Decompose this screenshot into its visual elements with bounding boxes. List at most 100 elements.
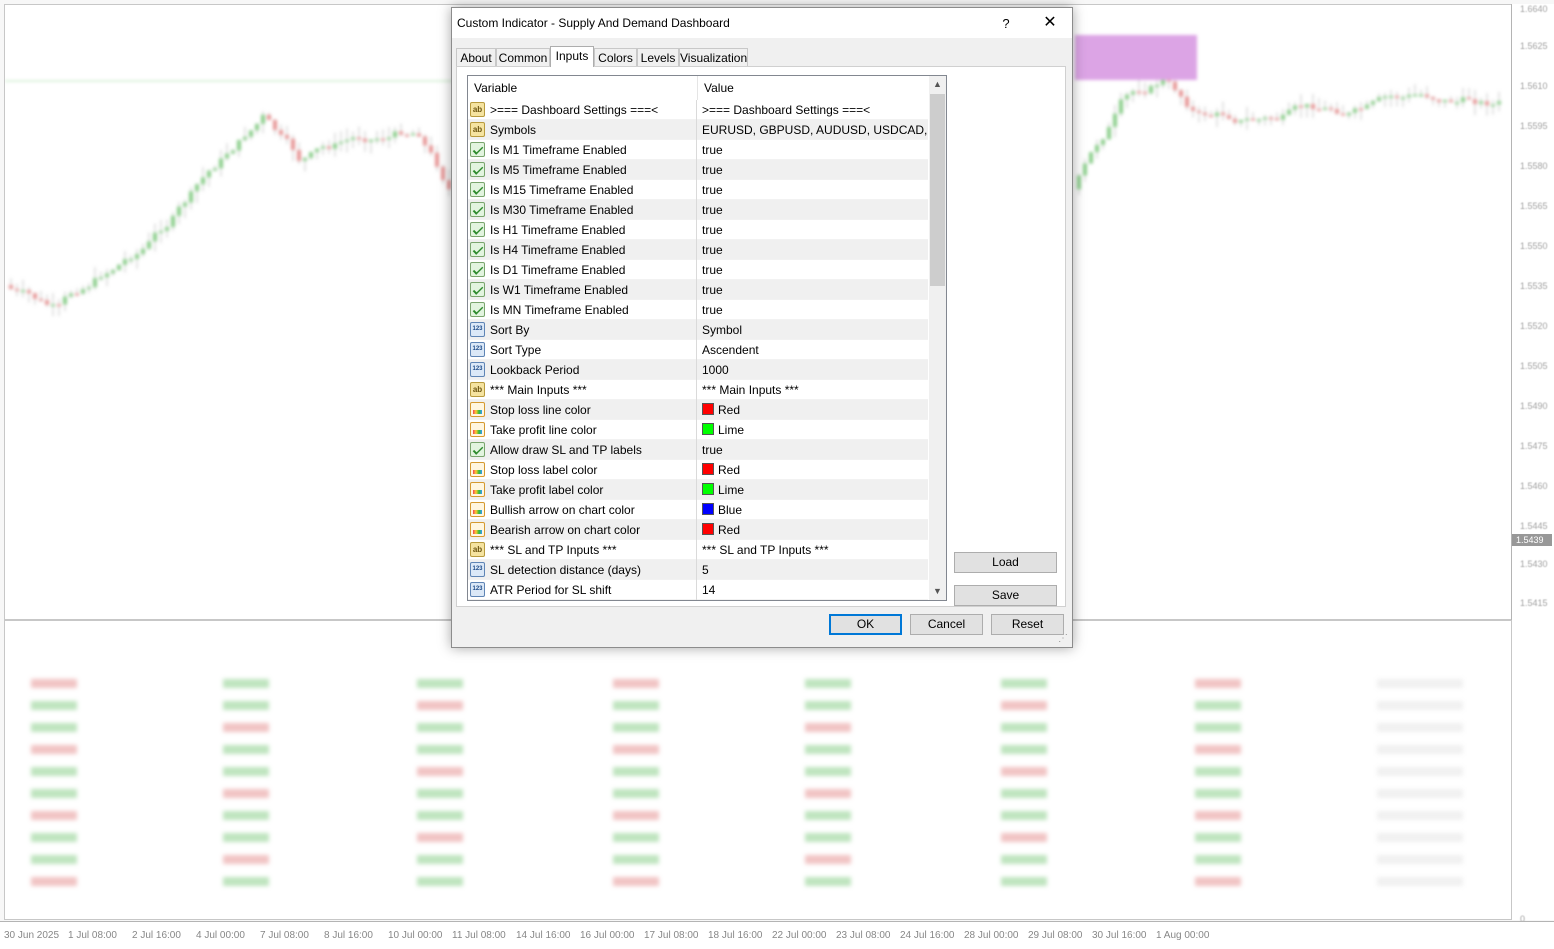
variable-cell[interactable]: 123 SL detection distance (days) <box>468 560 697 580</box>
bool-icon <box>470 142 485 157</box>
value-cell[interactable]: 14 <box>698 580 928 600</box>
input-row[interactable]: 123 Sort Type Ascendent <box>468 340 928 360</box>
save-button[interactable]: Save <box>954 585 1057 606</box>
dialog-titlebar[interactable]: Custom Indicator - Supply And Demand Das… <box>452 8 1072 38</box>
input-row[interactable]: 123 ATR Period for SL shift 14 <box>468 580 928 600</box>
value-cell[interactable]: true <box>698 160 928 180</box>
variable-cell[interactable]: 123 Sort Type <box>468 340 697 360</box>
value-cell[interactable]: Blue <box>698 500 928 520</box>
tab-inputs[interactable]: Inputs <box>550 46 594 67</box>
input-row[interactable]: Allow draw SL and TP labels true <box>468 440 928 460</box>
variable-cell[interactable]: Is D1 Timeframe Enabled <box>468 260 697 280</box>
variable-cell[interactable]: Take profit line color <box>468 420 697 440</box>
variable-cell[interactable]: ab >=== Dashboard Settings ===< <box>468 100 697 120</box>
cancel-button[interactable]: Cancel <box>910 614 983 635</box>
variable-cell[interactable]: ab *** Main Inputs *** <box>468 380 697 400</box>
scroll-up-icon[interactable]: ▲ <box>929 76 946 93</box>
tab-about[interactable]: About <box>456 48 496 66</box>
value-cell[interactable]: *** SL and TP Inputs *** <box>698 540 928 560</box>
variable-cell[interactable]: Bullish arrow on chart color <box>468 500 697 520</box>
value-cell[interactable]: >=== Dashboard Settings ===< <box>698 100 928 120</box>
load-button[interactable]: Load <box>954 552 1057 573</box>
variable-cell[interactable]: Allow draw SL and TP labels <box>468 440 697 460</box>
value-cell[interactable]: EURUSD, GBPUSD, AUDUSD, USDCAD, ... <box>698 120 941 140</box>
variable-cell[interactable]: Stop loss label color <box>468 460 697 480</box>
input-row[interactable]: Is H1 Timeframe Enabled true <box>468 220 928 240</box>
input-row[interactable]: Bullish arrow on chart color Blue <box>468 500 928 520</box>
value-text: true <box>702 143 723 157</box>
input-row[interactable]: Is W1 Timeframe Enabled true <box>468 280 928 300</box>
input-row[interactable]: Is M1 Timeframe Enabled true <box>468 140 928 160</box>
variable-cell[interactable]: ab *** SL and TP Inputs *** <box>468 540 697 560</box>
value-cell[interactable]: true <box>698 300 928 320</box>
value-cell[interactable]: true <box>698 440 928 460</box>
variable-cell[interactable]: 123 Sort By <box>468 320 697 340</box>
value-cell[interactable]: true <box>698 180 928 200</box>
input-row[interactable]: ab *** SL and TP Inputs *** *** SL and TP … <box>468 540 928 560</box>
value-cell[interactable]: true <box>698 140 928 160</box>
variable-cell[interactable]: Is MN Timeframe Enabled <box>468 300 697 320</box>
variable-cell[interactable]: Is M1 Timeframe Enabled <box>468 140 697 160</box>
input-row[interactable]: Is M30 Timeframe Enabled true <box>468 200 928 220</box>
tab-colors[interactable]: Colors <box>594 48 637 66</box>
value-cell[interactable]: *** Main Inputs *** <box>698 380 928 400</box>
input-row[interactable]: 123 Lookback Period 1000 <box>468 360 928 380</box>
ok-button[interactable]: OK <box>829 614 902 635</box>
variable-cell[interactable]: ab Symbols <box>468 120 697 140</box>
variable-cell[interactable]: Bearish arrow on chart color <box>468 520 697 540</box>
value-cell[interactable]: Red <box>698 460 928 480</box>
variable-cell[interactable]: 123 ATR Period for SL shift <box>468 580 697 600</box>
value-cell[interactable]: Symbol <box>698 320 928 340</box>
input-row[interactable]: Is M5 Timeframe Enabled true <box>468 160 928 180</box>
column-header-variable[interactable]: Variable <box>468 76 697 100</box>
input-row[interactable]: Take profit label color Lime <box>468 480 928 500</box>
value-cell[interactable]: true <box>698 220 928 240</box>
resize-grip-icon[interactable]: ⋰ <box>1058 633 1070 645</box>
value-cell[interactable]: Lime <box>698 420 928 440</box>
variable-cell[interactable]: Is M15 Timeframe Enabled <box>468 180 697 200</box>
color-swatch <box>702 523 714 535</box>
tab-levels[interactable]: Levels <box>637 48 679 66</box>
scroll-down-icon[interactable]: ▼ <box>929 583 946 600</box>
variable-cell[interactable]: Stop loss line color <box>468 400 697 420</box>
column-header-value[interactable]: Value <box>698 76 928 100</box>
value-cell[interactable]: 1000 <box>698 360 928 380</box>
value-cell[interactable]: true <box>698 260 928 280</box>
input-row[interactable]: Is MN Timeframe Enabled true <box>468 300 928 320</box>
input-row[interactable]: Is D1 Timeframe Enabled true <box>468 260 928 280</box>
input-row[interactable]: ab Symbols EURUSD, GBPUSD, AUDUSD, USDCAD,… <box>468 120 941 140</box>
input-row[interactable]: Stop loss line color Red <box>468 400 928 420</box>
value-cell[interactable]: true <box>698 200 928 220</box>
value-cell[interactable]: true <box>698 280 928 300</box>
input-row[interactable]: Bearish arrow on chart color Red <box>468 520 928 540</box>
close-button[interactable]: ✕ <box>1036 12 1064 34</box>
help-button[interactable]: ? <box>994 14 1018 34</box>
grid-scrollbar[interactable]: ▲ ▼ <box>929 76 946 600</box>
input-row[interactable]: Stop loss label color Red <box>468 460 928 480</box>
input-row[interactable]: 123 Sort By Symbol <box>468 320 928 340</box>
value-cell[interactable]: Red <box>698 520 928 540</box>
scroll-thumb[interactable] <box>930 94 945 286</box>
reset-button[interactable]: Reset <box>991 614 1064 635</box>
input-row[interactable]: ab *** Main Inputs *** *** Main Inputs *** <box>468 380 928 400</box>
variable-cell[interactable]: Is W1 Timeframe Enabled <box>468 280 697 300</box>
input-row[interactable]: Take profit line color Lime <box>468 420 928 440</box>
variable-cell[interactable]: Is H4 Timeframe Enabled <box>468 240 697 260</box>
variable-cell[interactable]: Is M5 Timeframe Enabled <box>468 160 697 180</box>
input-row[interactable]: Is M15 Timeframe Enabled true <box>468 180 928 200</box>
variable-cell[interactable]: Is M30 Timeframe Enabled <box>468 200 697 220</box>
variable-cell[interactable]: 123 Lookback Period <box>468 360 697 380</box>
tab-visualization[interactable]: Visualization <box>679 48 748 66</box>
value-cell[interactable]: Lime <box>698 480 928 500</box>
input-row[interactable]: ab >=== Dashboard Settings ===< >=== Dashb… <box>468 100 928 120</box>
variable-name: Is W1 Timeframe Enabled <box>490 283 629 297</box>
variable-cell[interactable]: Take profit label color <box>468 480 697 500</box>
value-cell[interactable]: true <box>698 240 928 260</box>
input-row[interactable]: Is H4 Timeframe Enabled true <box>468 240 928 260</box>
value-cell[interactable]: Red <box>698 400 928 420</box>
input-row[interactable]: 123 SL detection distance (days) 5 <box>468 560 928 580</box>
variable-cell[interactable]: Is H1 Timeframe Enabled <box>468 220 697 240</box>
value-cell[interactable]: Ascendent <box>698 340 928 360</box>
value-cell[interactable]: 5 <box>698 560 928 580</box>
tab-common[interactable]: Common <box>496 48 550 66</box>
